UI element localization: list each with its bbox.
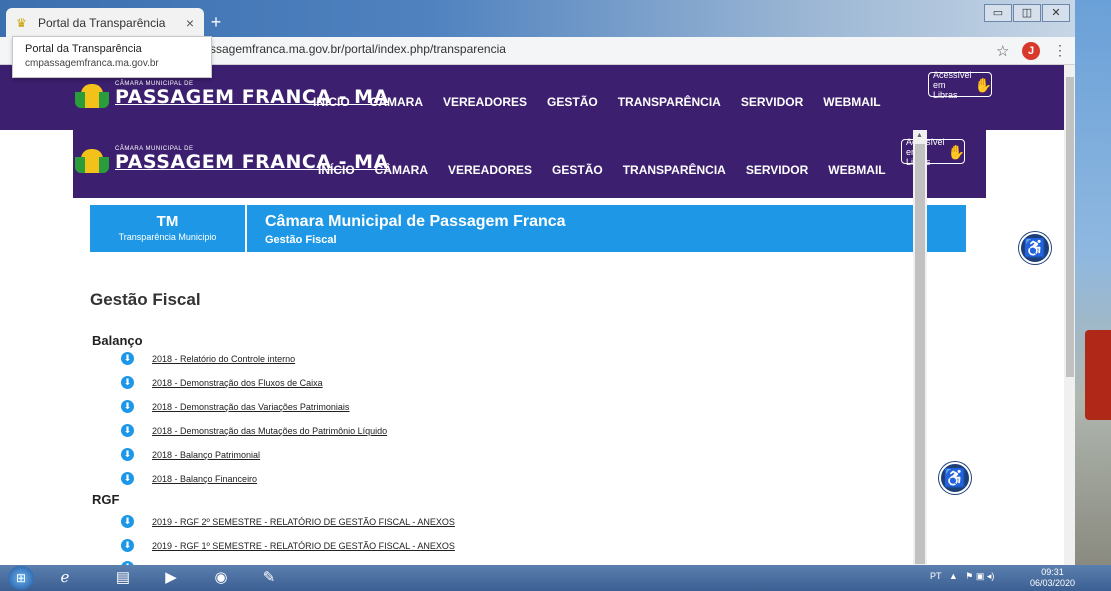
download-icon[interactable]: ⬇	[121, 352, 134, 365]
maximize-button[interactable]: ◫	[1013, 4, 1041, 22]
embedded-main-menu: INÍCIO CÂMARA VEREADORES GESTÃO TRANSPAR…	[318, 163, 886, 177]
tab-title: Portal da Transparência	[38, 15, 166, 30]
list-item: ⬇ 2018 - Demonstração das Mutações do Pat…	[121, 424, 387, 437]
taskbar: ⊞ ℯ ▤ ▶ ◉ ✎ PT ▲ ⚑ ▣ ◂) 09:31 06/03/2020	[0, 565, 1111, 591]
tm-badge[interactable]: TM Transparência Municipio	[90, 205, 247, 252]
libras-button[interactable]: Acessívelem Libras ✋	[901, 137, 965, 167]
media-player-icon[interactable]: ▶	[158, 568, 184, 588]
address-bar[interactable]: ssagemfranca.ma.gov.br/portal/index.php/…	[210, 42, 506, 56]
download-icon[interactable]: ⬇	[121, 376, 134, 389]
list-item: ⬇ 2019 - RGF 2º SEMESTRE - RELATÓRIO DE G…	[121, 515, 455, 528]
download-icon[interactable]: ⬇	[121, 539, 134, 552]
site-favicon-icon: ♛	[16, 15, 27, 30]
browser-window: ♛ Portal da Transparência × + ▭ ◫ ✕ ssag…	[0, 0, 1075, 565]
list-item: ⬇ 2019 - RGF 1º SEMESTRE - RELATÓRIO DE G…	[121, 539, 455, 552]
menu-item-vereadores[interactable]: VEREADORES	[448, 163, 532, 177]
desktop-wallpaper-object	[1085, 330, 1111, 420]
page-title: Gestão Fiscal	[90, 290, 201, 309]
paint-icon[interactable]: ✎	[256, 568, 282, 588]
menu-item-transparencia[interactable]: TRANSPARÊNCIA	[623, 163, 726, 177]
list-item: ⬇ 2018 - Balanço Financeiro	[121, 472, 257, 485]
section-title-rgf: RGF	[92, 492, 120, 507]
document-link[interactable]: 2018 - Demonstração das Mutações do Patr…	[152, 426, 387, 436]
list-item: ⬇ 2018 - Relatório do Controle interno	[121, 352, 295, 365]
chrome-icon[interactable]: ◉	[208, 568, 234, 588]
web-page: CÂMARA MUNICIPAL DE PASSAGEM FRANCA - MA…	[0, 65, 1064, 565]
menu-item-inicio[interactable]: INÍCIO	[313, 95, 350, 109]
download-icon[interactable]: ⬇	[121, 515, 134, 528]
sign-language-hand-icon: ✋	[974, 76, 992, 93]
main-menu: INÍCIO CÂMARA VEREADORES GESTÃO TRANSPAR…	[313, 95, 881, 109]
clock-date: 06/03/2020	[1030, 578, 1076, 588]
menu-item-camara[interactable]: CÂMARA	[370, 95, 423, 109]
menu-item-webmail[interactable]: WEBMAIL	[823, 95, 880, 109]
scroll-up-arrow-icon[interactable]: ▲	[916, 132, 923, 139]
tab-strip: ♛ Portal da Transparência × + ▭ ◫ ✕	[0, 0, 1075, 37]
tm-title: TM	[156, 213, 179, 230]
menu-item-gestao[interactable]: GESTÃO	[552, 163, 603, 177]
document-link[interactable]: 2019 - RGF 1º SEMESTRE - RELATÓRIO DE GE…	[152, 541, 455, 551]
list-item: ⬇ 2018 - Balanço Patrimonial	[121, 448, 260, 461]
banner-title: Câmara Municipal de Passagem Franca	[265, 213, 566, 230]
start-button[interactable]: ⊞	[8, 566, 34, 590]
profile-avatar[interactable]: J	[1022, 42, 1040, 60]
menu-item-webmail[interactable]: WEBMAIL	[828, 163, 885, 177]
document-link[interactable]: 2019 - RGF 2º SEMESTRE - RELATÓRIO DE GE…	[152, 517, 455, 527]
system-tray: PT ▲ ⚑ ▣ ◂)	[930, 571, 995, 581]
minimize-button[interactable]: ▭	[984, 4, 1012, 22]
file-explorer-icon[interactable]: ▤	[110, 568, 136, 588]
menu-item-vereadores[interactable]: VEREADORES	[443, 95, 527, 109]
menu-item-servidor[interactable]: SERVIDOR	[741, 95, 803, 109]
libras-line1: Acessível	[933, 69, 972, 80]
internet-explorer-icon[interactable]: ℯ	[52, 568, 78, 588]
tooltip-host: cmpassagemfranca.ma.gov.br	[25, 58, 159, 69]
menu-item-transparencia[interactable]: TRANSPARÊNCIA	[618, 95, 721, 109]
coat-of-arms-icon	[75, 149, 109, 173]
coat-of-arms-icon	[75, 84, 109, 108]
download-icon[interactable]: ⬇	[121, 448, 134, 461]
bookmark-star-icon[interactable]: ☆	[996, 42, 1009, 60]
libras-line2: em Libras	[933, 79, 958, 100]
tab-close-icon[interactable]: ×	[186, 15, 194, 31]
document-link[interactable]: 2018 - Relatório do Controle interno	[152, 354, 295, 364]
sign-language-hand-icon: ✋	[947, 143, 965, 160]
clock-time: 09:31	[1041, 567, 1064, 577]
document-link[interactable]: 2018 - Demonstração dos Fluxos de Caixa	[152, 378, 323, 388]
embedded-page: CÂMARA MUNICIPAL DE PASSAGEM FRANCA - MA…	[73, 130, 986, 565]
menu-item-gestao[interactable]: GESTÃO	[547, 95, 598, 109]
page-scroll-thumb[interactable]	[1066, 77, 1074, 377]
menu-item-camara[interactable]: CÂMARA	[375, 163, 428, 177]
tm-subtitle: Transparência Municipio	[118, 232, 217, 242]
document-link[interactable]: 2018 - Balanço Financeiro	[152, 474, 257, 484]
embedded-site-header: CÂMARA MUNICIPAL DE PASSAGEM FRANCA - MA…	[73, 130, 986, 198]
page-banner: TM Transparência Municipio Câmara Munici…	[90, 205, 966, 252]
embedded-scrollbar[interactable]: ▲	[913, 130, 927, 565]
browser-menu-icon[interactable]: ⋮	[1053, 42, 1067, 59]
accessibility-icon[interactable]: ♿	[939, 462, 971, 494]
section-title-balanco: Balanço	[92, 333, 143, 348]
banner-subtitle: Gestão Fiscal	[265, 234, 337, 246]
page-scrollbar[interactable]	[1064, 65, 1075, 565]
list-item: ⬇ 2018 - Demonstração dos Fluxos de Caixa	[121, 376, 323, 389]
clock[interactable]: 09:31 06/03/2020	[1030, 567, 1075, 589]
download-icon[interactable]: ⬇	[121, 400, 134, 413]
menu-item-inicio[interactable]: INÍCIO	[318, 163, 355, 177]
language-indicator[interactable]: PT	[930, 571, 941, 581]
browser-tab[interactable]: ♛ Portal da Transparência ×	[6, 8, 204, 37]
list-item: ⬇ 2018 - Demonstração das Variações Patri…	[121, 400, 349, 413]
accessibility-icon[interactable]: ♿	[1019, 232, 1051, 264]
document-link[interactable]: 2018 - Balanço Patrimonial	[152, 450, 260, 460]
close-window-button[interactable]: ✕	[1042, 4, 1070, 22]
menu-item-servidor[interactable]: SERVIDOR	[746, 163, 808, 177]
download-icon[interactable]: ⬇	[121, 424, 134, 437]
document-link[interactable]: 2018 - Demonstração das Variações Patrim…	[152, 402, 349, 412]
new-tab-button[interactable]: +	[206, 12, 226, 32]
tooltip-title: Portal da Transparência	[25, 43, 142, 55]
desktop-background	[1075, 0, 1111, 565]
download-icon[interactable]: ⬇	[121, 472, 134, 485]
libras-button[interactable]: Acessívelem Libras ✋	[928, 69, 992, 100]
embedded-scroll-thumb[interactable]	[915, 144, 925, 564]
tab-tooltip: Portal da Transparência cmpassagemfranca…	[12, 36, 212, 78]
